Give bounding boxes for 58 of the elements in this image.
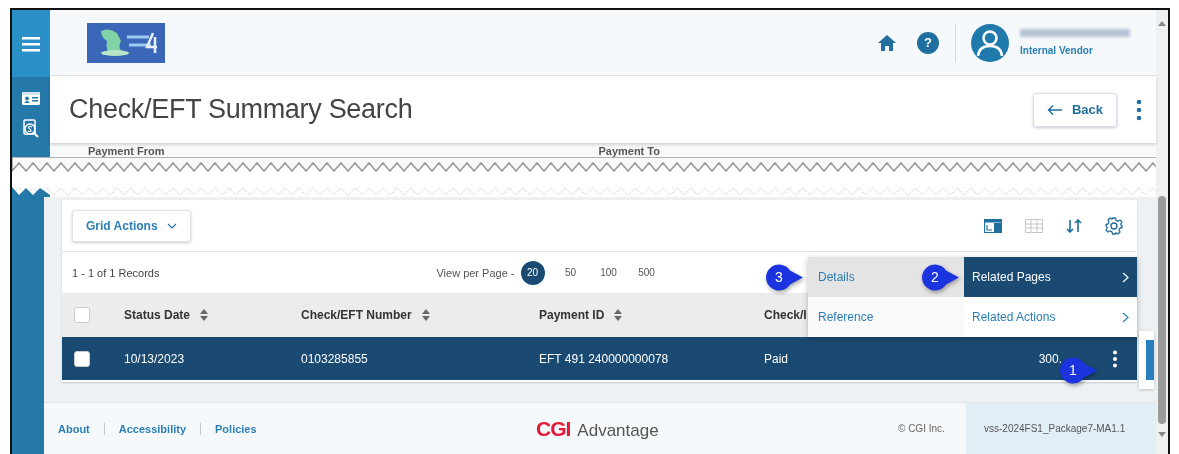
footer-link[interactable]: Accessibility: [103, 422, 187, 435]
table-cell: Paid: [764, 351, 789, 366]
footer-link[interactable]: About: [58, 422, 90, 435]
card-view-icon[interactable]: [984, 218, 1002, 233]
menu-item[interactable]: Reference: [808, 297, 964, 337]
avatar-icon[interactable]: [970, 22, 1010, 63]
brand-name: Advantage: [577, 420, 659, 441]
money-search-icon[interactable]: [22, 119, 40, 139]
caret-icon: [166, 222, 177, 229]
menu-icon: [21, 34, 41, 53]
page-size-option[interactable]: 100: [596, 260, 621, 285]
sort-icon[interactable]: [420, 308, 431, 322]
callout-badge: 3: [766, 264, 804, 291]
checkbox[interactable]: [74, 307, 90, 323]
scrollbar[interactable]: [1156, 10, 1168, 454]
side-panel-tab[interactable]: [1139, 331, 1154, 389]
page-size-option[interactable]: 500: [634, 260, 659, 285]
chevron-icon: [1122, 271, 1129, 283]
brand-logo: CGI: [536, 416, 571, 441]
column-header[interactable]: Check/I: [764, 308, 807, 322]
page-size-label: View per Page -: [436, 266, 515, 279]
logo[interactable]: [87, 22, 165, 63]
settings-icon[interactable]: [1105, 216, 1123, 235]
scroll-thumb[interactable]: [1158, 196, 1166, 424]
page-title: Check/EFT Summary Search: [69, 94, 413, 126]
row-actions-icon[interactable]: [1112, 349, 1118, 368]
chevron-icon: [1122, 311, 1129, 323]
table-cell: 0103285855: [301, 351, 368, 366]
sort-icon[interactable]: [613, 308, 624, 322]
footer-link[interactable]: Policies: [200, 422, 257, 435]
table-cell: EFT 491 240000000078: [539, 351, 669, 366]
table-cell: 10/13/2023: [124, 351, 185, 366]
field-label: Payment To: [598, 145, 660, 157]
arrow-left-icon: [1046, 103, 1063, 116]
column-header[interactable]: Check/EFT Number: [301, 308, 412, 322]
sort-icon[interactable]: [199, 308, 210, 322]
record-count: 1 - 1 of 1 Records: [72, 266, 160, 279]
page-size-option[interactable]: 50: [558, 260, 583, 285]
id-card-icon[interactable]: [22, 91, 40, 105]
menu-button[interactable]: [12, 10, 50, 77]
help-button[interactable]: ?: [917, 31, 939, 54]
grid-actions-button[interactable]: Grid Actions: [72, 209, 191, 242]
version-text: vss-2024FS1_Package7-MA1.1: [984, 423, 1126, 434]
callout-badge: 1: [1060, 356, 1098, 384]
page-size-option[interactable]: 20: [520, 260, 545, 285]
checkbox[interactable]: [74, 350, 90, 367]
column-header[interactable]: Payment ID: [539, 308, 605, 322]
sort-icon[interactable]: [1066, 218, 1082, 233]
user-role: Internal Vendor: [1020, 45, 1094, 57]
callout-badge: 2: [922, 264, 960, 291]
back-button[interactable]: Back: [1032, 92, 1117, 127]
home-icon[interactable]: [877, 33, 897, 52]
field-label: Payment From: [88, 145, 165, 157]
more-options-icon[interactable]: [1136, 98, 1142, 121]
submenu-item[interactable]: Related Actions: [964, 297, 1137, 337]
copyright: © CGI Inc.: [898, 423, 946, 434]
column-header[interactable]: Status Date: [124, 308, 191, 322]
table-cell: 300.: [1038, 351, 1062, 366]
